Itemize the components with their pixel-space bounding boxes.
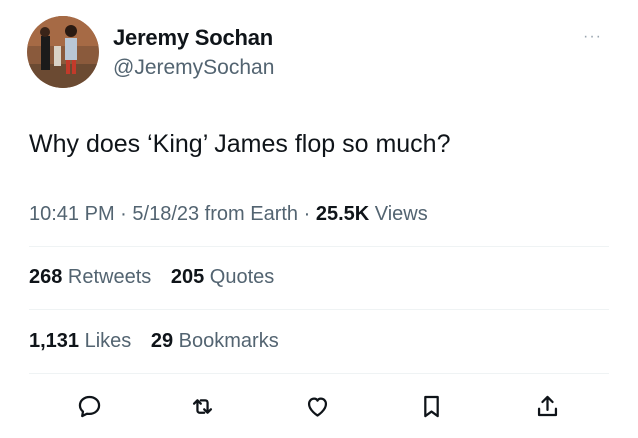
bookmarks-label: Bookmarks (173, 330, 279, 352)
bookmarks-count: 29 (150, 330, 174, 352)
share-button[interactable] (531, 390, 563, 422)
share-icon (537, 395, 557, 416)
tweet-time[interactable]: 10:41 PM (29, 203, 115, 225)
action-bar (0, 380, 638, 432)
likes-count: 1,131 (29, 330, 80, 352)
author-handle[interactable]: @JeremySochan (113, 56, 274, 80)
likes-stat[interactable]: 1,131 Likes (29, 330, 131, 352)
retweets-stat[interactable]: 268 Retweets (29, 266, 151, 288)
stats-row-engagement: 1,131 Likes 29 Bookmarks (29, 330, 293, 353)
retweet-button[interactable] (186, 390, 218, 422)
more-options-icon[interactable]: ··· (583, 28, 602, 46)
like-button[interactable] (301, 390, 333, 422)
quotes-count: 205 (170, 266, 205, 288)
views-count: 25.5K (315, 203, 370, 225)
divider (29, 246, 609, 247)
divider (29, 309, 609, 310)
stats-row-reposts: 268 Retweets 205 Quotes (29, 266, 288, 289)
avatar-photo (27, 16, 99, 88)
meta-separator: · (114, 203, 133, 225)
heart-icon (307, 397, 327, 417)
reply-button[interactable] (73, 390, 105, 422)
meta-separator: · (298, 203, 316, 225)
tweet-meta: 10:41 PM · 5/18/23 from Earth · 25.5K Vi… (29, 203, 428, 226)
bookmark-icon (423, 395, 439, 417)
tweet-date[interactable]: 5/18/23 from Earth (132, 203, 298, 225)
likes-label: Likes (79, 330, 132, 352)
retweets-label: Retweets (62, 266, 152, 288)
avatar[interactable] (27, 16, 99, 88)
author-display-name[interactable]: Jeremy Sochan (113, 25, 273, 51)
bookmarks-stat[interactable]: 29 Bookmarks (151, 330, 279, 352)
divider (29, 373, 609, 374)
views-label: Views (369, 203, 428, 225)
retweets-count: 268 (29, 266, 63, 288)
reply-icon (78, 395, 100, 417)
quotes-stat[interactable]: 205 Quotes (171, 266, 274, 288)
bookmark-button[interactable] (415, 390, 447, 422)
retweet-icon (192, 398, 212, 414)
quotes-label: Quotes (204, 266, 275, 288)
tweet-text: Why does ‘King’ James flop so much? (29, 130, 451, 158)
